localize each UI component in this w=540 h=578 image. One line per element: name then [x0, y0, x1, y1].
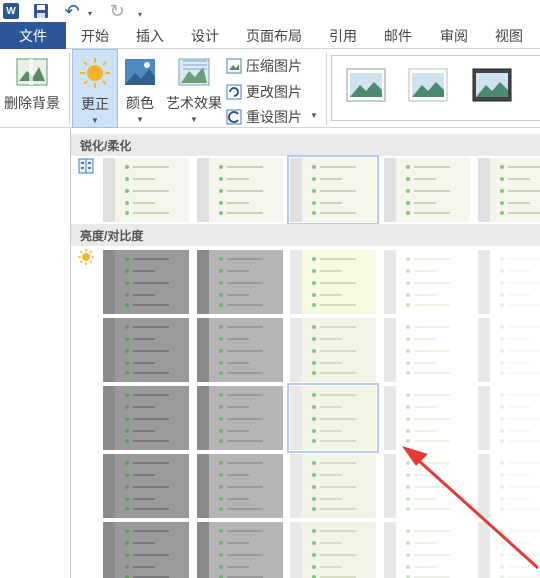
correction-preview-thumbnail[interactable]	[103, 522, 189, 578]
artistic-effects-icon	[178, 58, 210, 86]
undo-icon[interactable]: ↶	[63, 1, 81, 21]
document-area	[0, 128, 71, 578]
correction-preview-thumbnail[interactable]	[478, 318, 540, 382]
correction-preview-thumbnail[interactable]	[197, 522, 283, 578]
correction-preview-thumbnail[interactable]	[290, 454, 376, 518]
compress-icon	[226, 58, 242, 74]
color-icon	[125, 59, 155, 85]
corrections-label: 更正	[81, 96, 109, 112]
correction-preview-thumbnail[interactable]	[384, 250, 470, 314]
ribbon-divider	[326, 53, 327, 125]
correction-preview-thumbnail[interactable]	[197, 250, 283, 314]
color-button[interactable]: 颜色 ▼	[120, 55, 160, 124]
chevron-down-icon: ▼	[190, 115, 198, 124]
brightness-contrast-header: 亮度/对比度	[71, 224, 540, 246]
title-bar: W ↶ ▾ ↻ ▾	[0, 0, 540, 22]
correction-preview-thumbnail[interactable]	[197, 454, 283, 518]
picture-styles-gallery	[331, 55, 540, 121]
picture-style-thumbnail[interactable]	[408, 68, 448, 102]
correction-preview-thumbnail[interactable]	[103, 318, 189, 382]
ribbon-tabs: 文件 开始 插入 设计 页面布局 引用 邮件 审阅 视图	[0, 22, 540, 49]
tab-page-layout[interactable]: 页面布局	[246, 22, 302, 49]
save-icon[interactable]	[33, 3, 49, 19]
tab-view[interactable]: 视图	[495, 22, 523, 49]
correction-preview-thumbnail[interactable]	[384, 454, 470, 518]
remove-background-label: 删除背景	[4, 95, 60, 111]
color-label: 颜色	[126, 95, 154, 111]
word-icon: W	[3, 3, 19, 19]
sun-icon	[78, 249, 94, 265]
tab-design[interactable]: 设计	[191, 22, 219, 49]
tab-insert[interactable]: 插入	[136, 22, 164, 49]
correction-preview-thumbnail[interactable]	[384, 158, 470, 222]
reset-picture-label: 重设图片	[246, 109, 302, 125]
remove-background-icon	[16, 58, 48, 86]
artistic-effects-label: 艺术效果	[166, 95, 222, 111]
change-picture-button[interactable]: 更改图片	[226, 81, 302, 103]
corrections-button[interactable]: 更正 ▼	[72, 49, 118, 128]
tab-home[interactable]: 开始	[81, 22, 109, 49]
correction-preview-thumbnail[interactable]	[103, 250, 189, 314]
correction-preview-thumbnail[interactable]	[287, 155, 379, 225]
remove-background-button[interactable]: 删除背景	[2, 55, 62, 113]
correction-preview-thumbnail[interactable]	[197, 158, 283, 222]
compress-pictures-button[interactable]: 压缩图片	[226, 55, 302, 77]
ribbon: 删除背景 更正 ▼ 颜色 ▼ 艺术效果 ▼ 压缩图片 更改图片 重设图片 ▼	[0, 49, 540, 128]
artistic-effects-button[interactable]: 艺术效果 ▼	[164, 55, 224, 124]
chevron-down-icon: ▼	[136, 115, 144, 124]
correction-preview-thumbnail[interactable]	[384, 386, 470, 450]
change-picture-label: 更改图片	[246, 84, 302, 100]
undo-dropdown-icon[interactable]: ▾	[86, 4, 94, 22]
tab-mailings[interactable]: 邮件	[384, 22, 412, 49]
correction-preview-thumbnail[interactable]	[478, 386, 540, 450]
correction-preview-thumbnail[interactable]	[287, 383, 379, 453]
sharpen-soften-header: 锐化/柔化	[71, 134, 540, 156]
reset-picture-dropdown-icon[interactable]: ▼	[310, 111, 318, 120]
correction-preview-thumbnail[interactable]	[384, 318, 470, 382]
ribbon-divider	[69, 53, 70, 125]
correction-preview-thumbnail[interactable]	[197, 386, 283, 450]
correction-preview-thumbnail[interactable]	[197, 318, 283, 382]
picture-style-thumbnail[interactable]	[472, 68, 512, 102]
correction-preview-thumbnail[interactable]	[103, 158, 189, 222]
correction-preview-thumbnail[interactable]	[478, 158, 540, 222]
correction-preview-thumbnail[interactable]	[384, 522, 470, 578]
picture-style-thumbnail[interactable]	[346, 68, 386, 102]
redo-icon[interactable]: ↻	[108, 1, 126, 21]
customize-quick-access-icon[interactable]: ▾	[136, 5, 144, 23]
correction-preview-thumbnail[interactable]	[478, 522, 540, 578]
reset-picture-icon	[226, 109, 242, 125]
correction-preview-thumbnail[interactable]	[478, 454, 540, 518]
correction-preview-thumbnail[interactable]	[290, 250, 376, 314]
reset-picture-button[interactable]: 重设图片	[226, 106, 302, 128]
correction-preview-thumbnail[interactable]	[290, 318, 376, 382]
compress-pictures-label: 压缩图片	[246, 58, 302, 74]
change-picture-icon	[226, 84, 242, 100]
tab-file[interactable]: 文件	[0, 22, 66, 49]
tab-review[interactable]: 审阅	[440, 22, 468, 49]
sun-icon	[80, 58, 110, 88]
chevron-down-icon: ▼	[91, 116, 99, 125]
sharpen-icon	[78, 158, 94, 174]
correction-preview-thumbnail[interactable]	[290, 522, 376, 578]
correction-preview-thumbnail[interactable]	[478, 250, 540, 314]
correction-preview-thumbnail[interactable]	[103, 454, 189, 518]
corrections-gallery: 锐化/柔化 亮度/对比度	[71, 128, 540, 578]
tab-references[interactable]: 引用	[329, 22, 357, 49]
correction-preview-thumbnail[interactable]	[103, 386, 189, 450]
